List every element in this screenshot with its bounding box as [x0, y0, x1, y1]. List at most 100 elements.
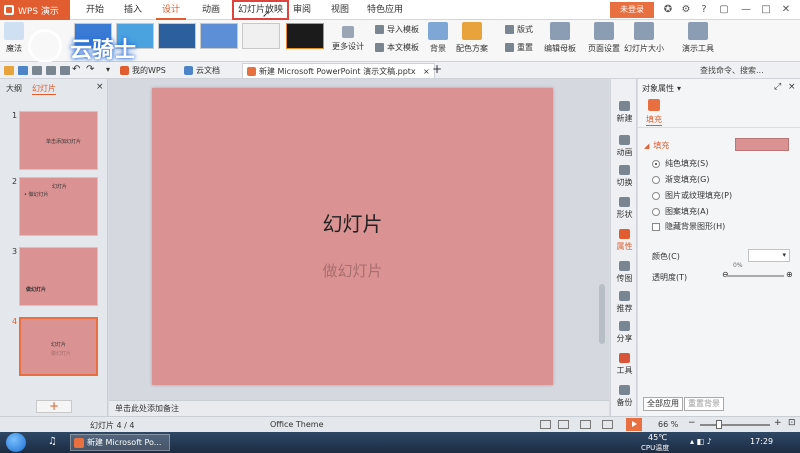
save-icon[interactable]	[18, 66, 28, 75]
radio-button[interactable]	[652, 159, 660, 168]
app-taskbar-icon[interactable]: ♫	[48, 436, 57, 447]
edit-master-button[interactable]: 编辑母板	[544, 22, 576, 54]
template-thumb-6[interactable]	[286, 23, 324, 49]
zoom-slider-knob[interactable]	[716, 420, 722, 429]
tab-current-document[interactable]: 新建 Microsoft PowerPoint 演示文稿.pptx ×	[242, 63, 435, 78]
radio-button[interactable]	[652, 207, 660, 216]
slide-thumbnail-4[interactable]: 幻灯片 做幻灯片	[19, 317, 98, 376]
present-tools-button[interactable]: 演示工具	[682, 22, 714, 54]
fit-window-icon[interactable]: ⊡	[788, 418, 796, 428]
help-icon[interactable]: ?	[696, 2, 712, 18]
radio-picture-fill[interactable]: 图片或纹理填充(P)	[652, 190, 732, 201]
slide-title[interactable]: 幻灯片	[152, 208, 553, 237]
layout-button[interactable]: 版式	[505, 24, 533, 35]
normal-view-icon[interactable]	[558, 420, 569, 429]
side-shape-button[interactable]: 形状	[611, 197, 638, 220]
color-dropdown[interactable]: ▾	[748, 249, 790, 262]
tab-slideshow[interactable]: 幻灯片放映	[232, 0, 290, 20]
fill-section-header[interactable]: ◢ 填充	[644, 140, 669, 151]
minimize-icon[interactable]: —	[738, 2, 754, 18]
fill-color-swatch[interactable]	[735, 138, 789, 151]
maximize-icon[interactable]: □	[758, 2, 774, 18]
radio-gradient-fill[interactable]: 渐变填充(G)	[652, 174, 709, 185]
tab-outline[interactable]: 大纲	[6, 83, 22, 94]
login-button[interactable]: 未登录	[610, 2, 654, 18]
more-design-button[interactable]: 更多设计	[332, 22, 364, 52]
redo-icon[interactable]: ↷	[86, 64, 94, 75]
side-backup-button[interactable]: 备份	[611, 385, 638, 408]
add-slide-button[interactable]: +	[36, 400, 72, 413]
settings-icon[interactable]: ⚙	[678, 2, 694, 18]
import-template-button[interactable]: 导入模板	[375, 24, 419, 35]
tray-icons[interactable]: ▴ ◧ ♪	[690, 437, 712, 446]
tab-review[interactable]: 审阅	[287, 0, 317, 20]
undo-icon[interactable]: ↶	[72, 64, 80, 75]
radio-button[interactable]	[652, 191, 660, 200]
tab-insert[interactable]: 插入	[118, 0, 148, 20]
notes-view-icon[interactable]	[540, 420, 551, 429]
start-button[interactable]	[6, 433, 26, 452]
text-template-button[interactable]: 本文模板	[375, 42, 419, 53]
template-thumb-5[interactable]	[242, 23, 280, 49]
open-folder-icon[interactable]	[4, 66, 14, 75]
tab-special-apps[interactable]: 特色应用	[361, 0, 409, 20]
transparency-slider[interactable]	[726, 275, 784, 277]
color-scheme-button[interactable]: 配色方案	[456, 22, 488, 54]
tab-slides[interactable]: 幻灯片	[32, 83, 56, 95]
template-thumb-4[interactable]	[200, 23, 238, 49]
slide-thumbnail-2[interactable]: 幻灯片 • 做幻灯片	[19, 177, 98, 236]
zoom-in-icon[interactable]: +	[774, 418, 782, 428]
radio-button[interactable]	[652, 175, 660, 184]
slide-size-button[interactable]: 幻灯片大小	[624, 22, 664, 54]
side-transition-button[interactable]: 切换	[611, 165, 638, 188]
restore-icon[interactable]: ▢	[716, 2, 732, 18]
tab-my-wps[interactable]: 我的WPS	[116, 63, 172, 78]
zoom-out-icon[interactable]: −	[688, 418, 696, 428]
close-panel-icon[interactable]: ×	[96, 82, 104, 92]
tab-view[interactable]: 视图	[325, 0, 355, 20]
slide-subtitle[interactable]: 做幻灯片	[152, 260, 553, 281]
hide-background-checkbox[interactable]: 隐藏背景图形(H)	[652, 221, 725, 232]
add-tab-icon[interactable]: +	[432, 62, 442, 76]
side-share-button[interactable]: 分享	[611, 321, 638, 344]
background-button[interactable]: 背景	[428, 22, 448, 54]
chevron-down-icon[interactable]: ▾	[106, 65, 110, 74]
side-upload-image-button[interactable]: 传图	[611, 261, 638, 284]
reset-background-button[interactable]: 重置背景	[684, 397, 724, 411]
reading-view-icon[interactable]	[602, 420, 613, 429]
play-slideshow-button[interactable]	[626, 418, 642, 431]
side-new-button[interactable]: 新建	[611, 101, 638, 124]
side-recommend-button[interactable]: 推荐	[611, 291, 638, 314]
taskbar-wps-item[interactable]: 新建 Microsoft Po...	[70, 434, 170, 451]
app-menu-button[interactable]: WPS 演示	[0, 0, 70, 20]
clock[interactable]: 17:29	[750, 437, 773, 446]
tab-home[interactable]: 开始	[80, 0, 110, 20]
slide-sorter-icon[interactable]	[580, 420, 591, 429]
skin-icon[interactable]: ✪	[660, 2, 676, 18]
vertical-scrollbar[interactable]	[598, 84, 606, 394]
scrollbar-thumb[interactable]	[599, 284, 605, 344]
slide-thumbnail-3[interactable]: 做幻灯片	[19, 247, 98, 306]
tab-cloud-docs[interactable]: 云文档	[180, 63, 226, 78]
chevron-down-icon[interactable]: ▾	[677, 84, 681, 93]
zoom-slider[interactable]	[700, 424, 770, 426]
apply-all-button[interactable]: 全部应用	[643, 397, 683, 411]
transparency-increase-icon[interactable]: ⊕	[786, 270, 793, 279]
current-slide[interactable]: 幻灯片 做幻灯片	[152, 88, 553, 385]
reset-button[interactable]: 重置	[505, 42, 533, 53]
pin-icon[interactable]: ⤢	[774, 82, 781, 92]
side-animation-button[interactable]: 动画	[611, 135, 638, 158]
side-properties-button[interactable]: 属性	[611, 229, 638, 252]
close-tab-icon[interactable]: ×	[423, 64, 430, 79]
command-search-input[interactable]: 查找命令、搜索...	[700, 65, 764, 76]
print-icon[interactable]	[32, 66, 42, 75]
page-setup-button[interactable]: 页面设置	[588, 22, 620, 54]
close-icon[interactable]: ✕	[778, 2, 794, 18]
radio-solid-fill[interactable]: 纯色填充(S)	[652, 158, 708, 169]
tab-fill[interactable]: 填充	[646, 114, 662, 126]
magic-button[interactable]: 魔法	[4, 22, 24, 54]
preview-icon[interactable]	[60, 66, 70, 75]
checkbox[interactable]	[652, 222, 660, 231]
export-icon[interactable]	[46, 66, 56, 75]
slide-thumbnail-1[interactable]: 单击添加幻灯片	[19, 111, 98, 170]
